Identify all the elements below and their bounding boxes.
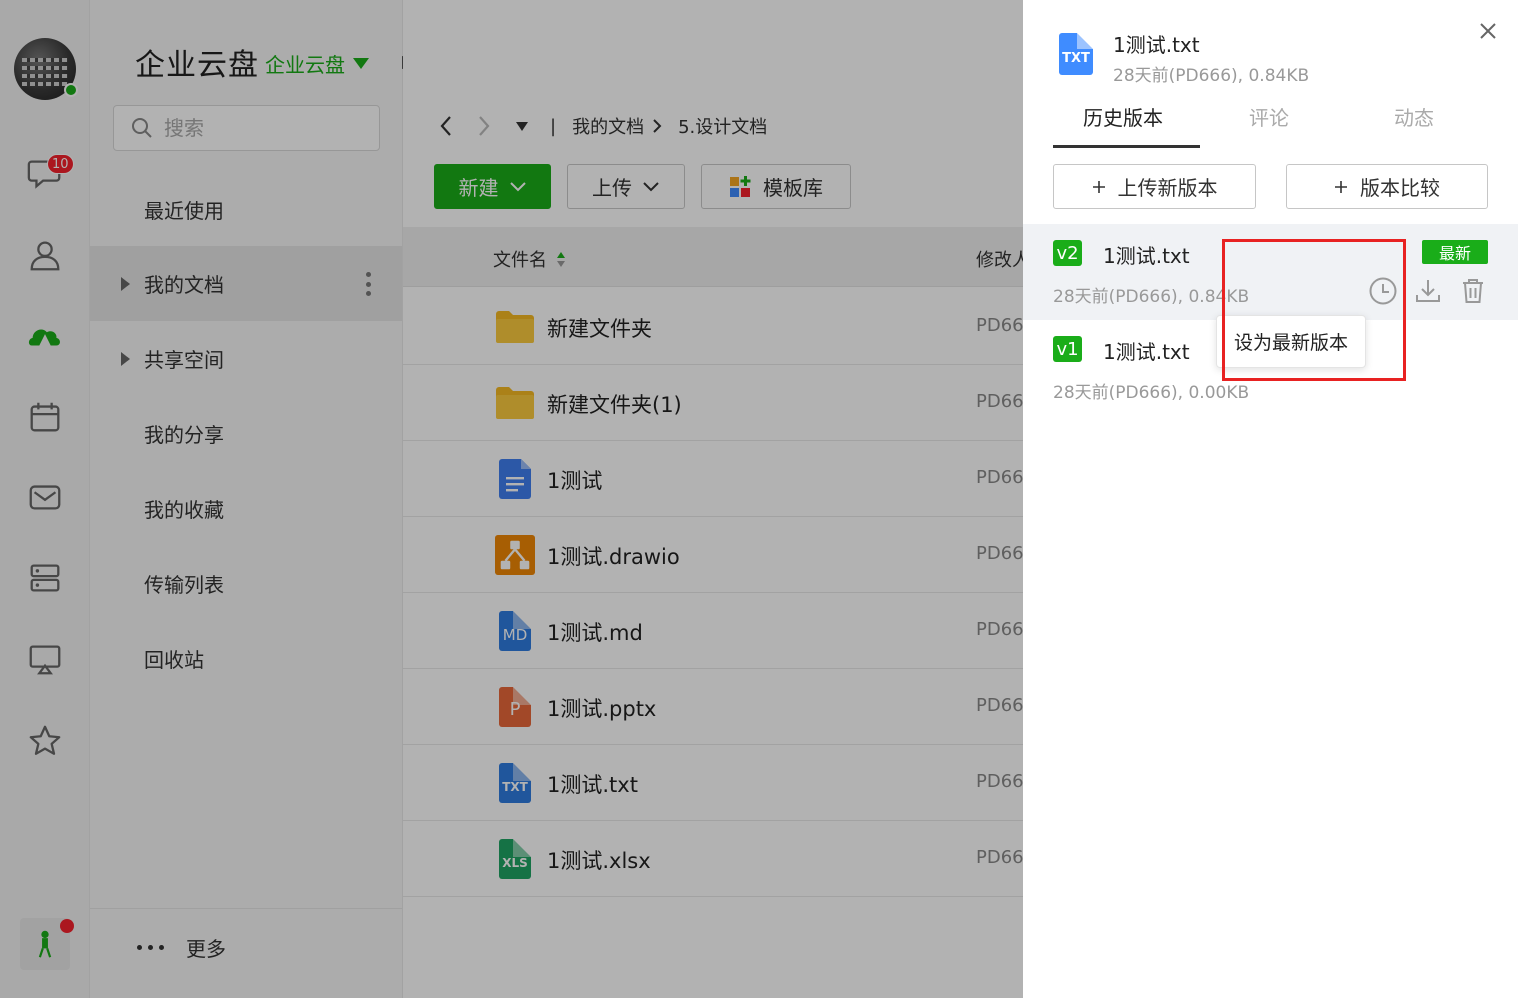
upload-new-version-label: 上传新版本	[1117, 176, 1218, 200]
plus-icon	[1335, 180, 1347, 193]
modal-backdrop[interactable]	[0, 0, 1023, 998]
download-icon	[1416, 280, 1440, 302]
close-icon	[1480, 23, 1496, 39]
compare-versions-button[interactable]: 版本比较	[1286, 164, 1488, 209]
tab-comments[interactable]: 评论	[1249, 102, 1289, 131]
upload-new-version-button[interactable]: 上传新版本	[1053, 164, 1256, 209]
file-detail-drawer: TXT 1测试.txt 28天前(PD666), 0.84KB 历史版本 评论 …	[1023, 0, 1518, 998]
tab-version-history[interactable]: 历史版本	[1083, 102, 1163, 131]
tab-activity[interactable]: 动态	[1394, 102, 1434, 131]
version-badge: v2	[1053, 240, 1082, 266]
drawer-file-name: 1测试.txt	[1113, 33, 1200, 57]
text-file-icon: TXT	[1059, 33, 1093, 75]
download-version-button[interactable]	[1413, 276, 1443, 306]
version-meta: 28天前(PD666), 0.00KB	[1053, 383, 1250, 403]
active-tab-indicator	[1053, 145, 1200, 148]
version-file-name: 1测试.txt	[1103, 340, 1190, 364]
version-badge: v1	[1053, 336, 1082, 362]
latest-tag: 最新	[1422, 240, 1488, 264]
drawer-tabs: 历史版本 评论 动态	[1053, 96, 1488, 150]
trash-icon	[1463, 279, 1483, 303]
close-button[interactable]	[1475, 18, 1501, 44]
drawer-file-meta: 28天前(PD666), 0.84KB	[1113, 66, 1310, 86]
version-meta: 28天前(PD666), 0.84KB	[1053, 287, 1250, 307]
annotation-highlight-box	[1222, 239, 1406, 381]
version-file-name: 1测试.txt	[1103, 244, 1190, 268]
delete-version-button[interactable]	[1458, 276, 1488, 306]
compare-versions-label: 版本比较	[1360, 176, 1440, 200]
plus-icon	[1092, 180, 1105, 193]
